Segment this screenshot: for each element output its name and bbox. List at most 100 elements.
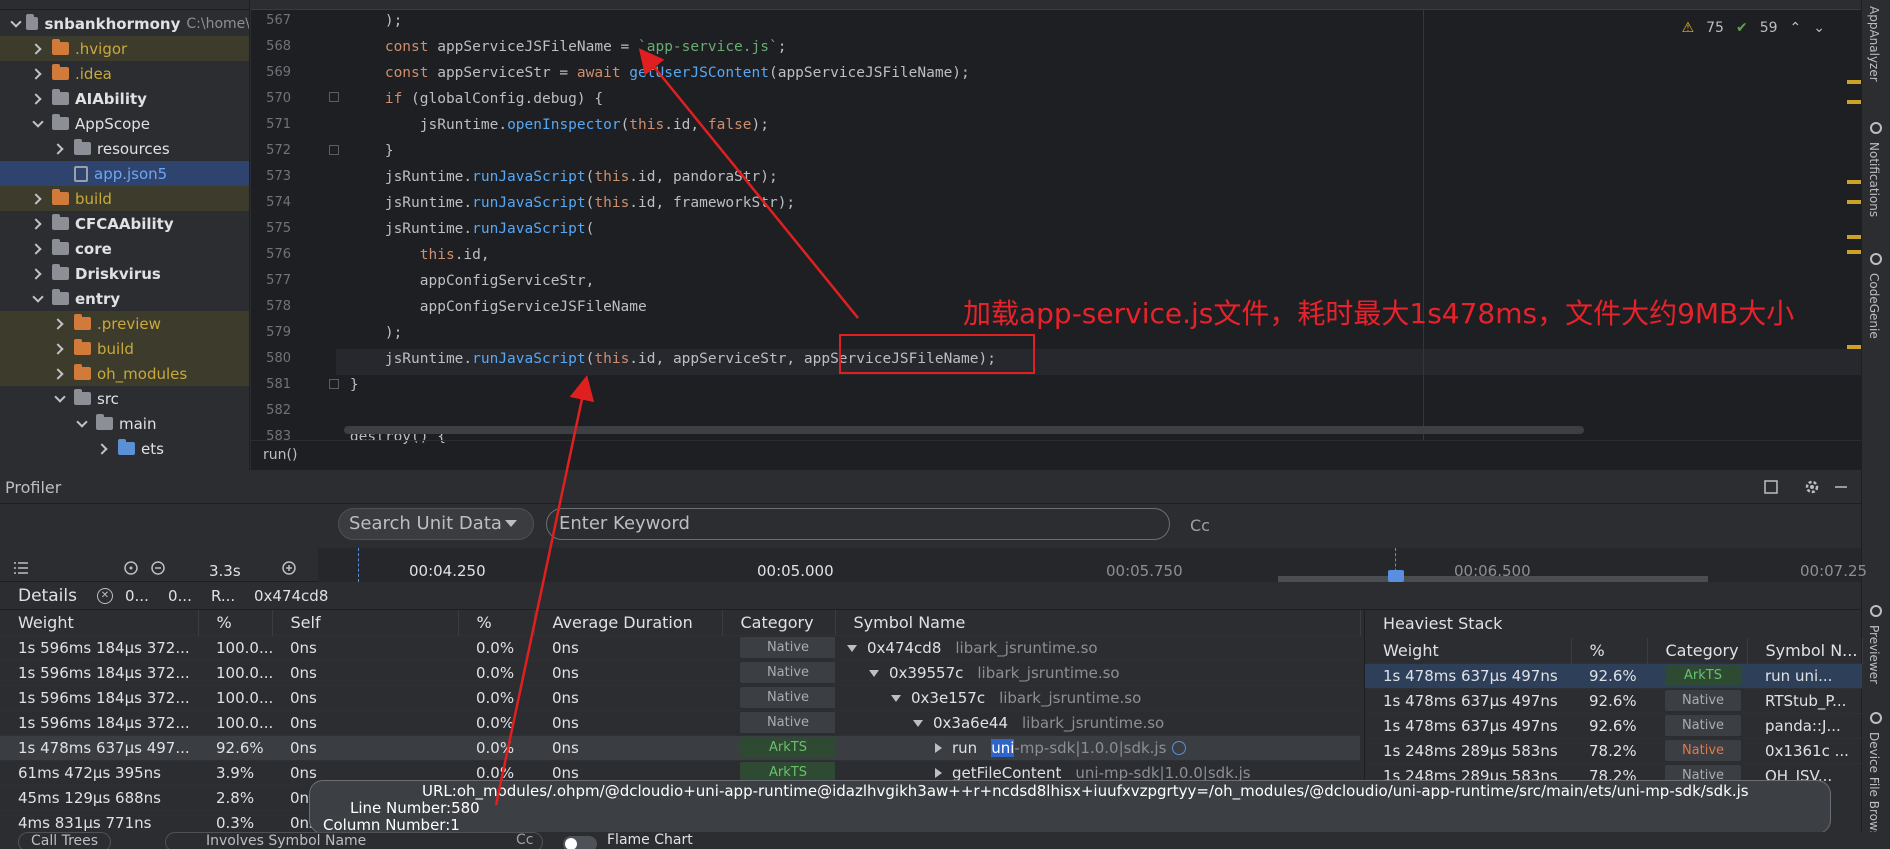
chevron-right-icon[interactable] bbox=[32, 268, 44, 280]
tree-item[interactable]: build bbox=[0, 336, 249, 361]
jump-to-source-icon[interactable] bbox=[1172, 741, 1187, 755]
device-file-browser-icon[interactable] bbox=[1870, 712, 1882, 724]
tree-item[interactable]: build bbox=[0, 186, 249, 211]
expand-down-icon[interactable] bbox=[891, 694, 901, 702]
minimize-icon[interactable] bbox=[1833, 479, 1849, 495]
chevron-right-icon[interactable] bbox=[54, 368, 66, 380]
tree-item[interactable]: .hvigor bbox=[0, 36, 249, 61]
tree-item[interactable]: resources bbox=[0, 136, 249, 161]
notifications-icon[interactable] bbox=[1870, 122, 1882, 134]
previewer-tab[interactable]: Previewer bbox=[1867, 625, 1881, 684]
code-line[interactable]: jsRuntime.runJavaScript(this.id, pandora… bbox=[315, 164, 778, 190]
tree-item[interactable]: ets bbox=[0, 436, 249, 461]
code-line[interactable]: const appServiceJSFileName = `app-servic… bbox=[315, 34, 787, 60]
chevron-up-icon[interactable]: ⌃ bbox=[1790, 20, 1802, 36]
chevron-down-icon[interactable] bbox=[32, 118, 44, 130]
chevron-right-icon[interactable] bbox=[32, 243, 44, 255]
tree-item[interactable]: AIAbility bbox=[0, 86, 249, 111]
chevron-down-icon[interactable] bbox=[54, 393, 66, 405]
column-header[interactable]: Average Duration bbox=[534, 610, 723, 635]
tree-item[interactable]: main bbox=[0, 411, 249, 436]
search-unit-dropdown[interactable]: Search Unit Data bbox=[338, 508, 534, 540]
breadcrumb-item[interactable]: 0x474cd8 bbox=[254, 587, 328, 605]
expand-right-icon[interactable] bbox=[935, 743, 942, 753]
table-row[interactable]: 1s 478ms 637μs 497... 92.6% 0ns 0.0% 0ns ArkT… bbox=[0, 734, 1360, 760]
tree-item[interactable]: src bbox=[0, 386, 249, 411]
inspection-widget[interactable]: ⚠ 75 ✔ 59 ⌃ ⌄ bbox=[1682, 20, 1825, 36]
column-header[interactable]: Weight bbox=[1365, 638, 1572, 663]
column-header[interactable]: Category bbox=[1647, 638, 1748, 663]
timeline-start-marker[interactable] bbox=[358, 548, 359, 582]
tree-item[interactable]: CFCAAbility bbox=[0, 211, 249, 236]
chevron-right-icon[interactable] bbox=[54, 343, 66, 355]
column-header[interactable]: Category bbox=[722, 610, 836, 635]
fold-marker[interactable] bbox=[329, 92, 339, 102]
code-line[interactable]: jsRuntime.runJavaScript(this.id, framewo… bbox=[315, 190, 795, 216]
chevron-right-icon[interactable] bbox=[32, 218, 44, 230]
tree-item[interactable]: snbankhormony C:\home\ bbox=[0, 11, 249, 36]
expand-down-icon[interactable] bbox=[913, 719, 923, 727]
codegenie-icon[interactable] bbox=[1870, 253, 1882, 265]
tree-item[interactable]: AppScope bbox=[0, 111, 249, 136]
column-header[interactable]: Weight bbox=[0, 610, 199, 635]
code-line[interactable]: ); bbox=[315, 8, 402, 34]
chevron-right-icon[interactable] bbox=[32, 193, 44, 205]
breadcrumb-item[interactable]: R... bbox=[211, 587, 235, 605]
restore-icon[interactable] bbox=[1763, 479, 1779, 495]
chevron-right-icon[interactable] bbox=[54, 168, 66, 180]
flame-chart-toggle[interactable] bbox=[563, 836, 597, 849]
chevron-right-icon[interactable] bbox=[54, 143, 66, 155]
tree-item[interactable]: core bbox=[0, 236, 249, 261]
codegenie-tab[interactable]: CodeGenie bbox=[1867, 273, 1881, 339]
chevron-right-icon[interactable] bbox=[32, 68, 44, 80]
code-line[interactable]: } bbox=[315, 138, 394, 164]
close-icon[interactable]: ✕ bbox=[97, 588, 113, 604]
symbol-search-input[interactable]: Involves Symbol Name bbox=[165, 832, 543, 849]
previewer-icon[interactable] bbox=[1870, 605, 1882, 617]
chevron-down-icon[interactable] bbox=[10, 18, 18, 30]
table-row[interactable]: 1s 596ms 184μs 372... 100.0... 0ns 0.0% 0ns N… bbox=[0, 634, 1360, 660]
code-line[interactable]: if (globalConfig.debug) { bbox=[315, 86, 603, 112]
tree-item[interactable]: app.json5 bbox=[0, 161, 249, 186]
expand-right-icon[interactable] bbox=[935, 768, 942, 778]
code-line[interactable]: appConfigServiceJSFileName bbox=[315, 294, 647, 320]
expand-down-icon[interactable] bbox=[847, 644, 857, 652]
table-row[interactable]: 1s 596ms 184μs 372... 100.0... 0ns 0.0% 0ns N… bbox=[0, 659, 1360, 685]
tree-item[interactable]: .idea bbox=[0, 61, 249, 86]
tree-item[interactable]: oh_modules bbox=[0, 361, 249, 386]
case-toggle[interactable]: Cc bbox=[516, 832, 533, 848]
table-row[interactable]: 1s 478ms 637μs 497ns 92.6% ArkTS run uni... bbox=[1365, 662, 1862, 688]
column-header[interactable]: % bbox=[1571, 638, 1648, 663]
keyword-input[interactable]: Enter Keyword bbox=[546, 508, 1170, 540]
code-line[interactable]: jsRuntime.openInspector(this.id, false); bbox=[315, 112, 769, 138]
code-line[interactable]: appConfigServiceStr, bbox=[315, 268, 595, 294]
list-icon[interactable] bbox=[14, 562, 28, 574]
column-header[interactable]: Symbol N... bbox=[1747, 638, 1863, 663]
breadcrumb-item[interactable]: 0... bbox=[168, 587, 192, 605]
chevron-down-icon[interactable]: ⌄ bbox=[1813, 20, 1825, 36]
zoom-in-icon[interactable] bbox=[281, 560, 297, 576]
zoom-out-icon[interactable] bbox=[150, 560, 166, 576]
tree-item[interactable]: entry bbox=[0, 286, 249, 311]
chevron-right-icon[interactable] bbox=[32, 43, 44, 55]
notifications-tab[interactable]: Notifications bbox=[1867, 142, 1881, 217]
column-header[interactable]: Symbol Name bbox=[835, 610, 1361, 635]
app-analyzer-tab[interactable]: AppAnalyzer bbox=[1867, 6, 1881, 82]
expand-down-icon[interactable] bbox=[869, 669, 879, 677]
case-sensitive-toggle[interactable]: Cc bbox=[1190, 516, 1210, 535]
column-header[interactable]: % bbox=[458, 610, 535, 635]
tree-item[interactable]: .preview bbox=[0, 311, 249, 336]
breadcrumb-item[interactable]: 0... bbox=[125, 587, 149, 605]
chevron-down-icon[interactable] bbox=[76, 418, 88, 430]
timeline-track[interactable]: 00:04.250 00:05.000 00:05.750 00:06.500 … bbox=[318, 548, 1867, 582]
code-line[interactable]: ); bbox=[315, 320, 402, 346]
table-row[interactable]: 1s 596ms 184μs 372... 100.0... 0ns 0.0% 0ns N… bbox=[0, 684, 1360, 710]
code-line[interactable]: this.id, bbox=[315, 242, 490, 268]
table-row[interactable]: 1s 478ms 637μs 497ns 92.6% Native RTStub_P.… bbox=[1365, 687, 1862, 713]
table-row[interactable]: 1s 596ms 184μs 372... 100.0... 0ns 0.0% 0ns N… bbox=[0, 709, 1360, 735]
tree-item[interactable]: Driskvirus bbox=[0, 261, 249, 286]
timeline-handle[interactable] bbox=[1388, 570, 1404, 582]
chevron-right-icon[interactable] bbox=[98, 443, 110, 455]
column-header[interactable]: Self bbox=[272, 610, 459, 635]
editor-breadcrumb[interactable]: run() bbox=[263, 447, 297, 463]
